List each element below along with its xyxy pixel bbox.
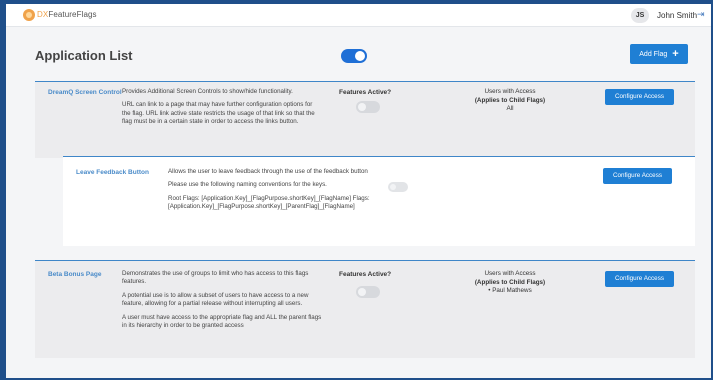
users-with-access: Users with Access (Applies to Child Flag… (455, 270, 565, 296)
flag-description: Provides Additional Screen Controls to s… (122, 88, 317, 127)
description-paragraph: A user must have access to the appropria… (122, 313, 322, 330)
avatar[interactable]: JS (631, 8, 649, 23)
flag-card-leave-feedback-button: Leave Feedback Button Allows the user to… (63, 156, 695, 246)
flag-name[interactable]: DreamQ Screen Control (48, 88, 126, 97)
description-paragraph: Please use the following naming conventi… (168, 181, 327, 189)
flag-description: Demonstrates the use of groups to limit … (122, 270, 322, 330)
application-toggle[interactable] (341, 49, 367, 63)
features-active-toggle[interactable] (356, 286, 380, 298)
description-paragraph: URL can link to a page that may have fur… (122, 101, 315, 126)
brand-name[interactable]: DXFeatureFlags (37, 10, 97, 19)
flag-description: Allows the user to leave feedback throug… (168, 168, 383, 212)
flag-card-beta-bonus-page: Beta Bonus Page Demonstrates the use of … (35, 260, 695, 358)
features-active-label: Features Active? (339, 271, 392, 278)
plus-icon: + (672, 47, 679, 60)
features-active-toggle[interactable] (388, 182, 408, 192)
add-flag-button[interactable]: Add Flag + (630, 44, 688, 64)
brand-suffix: FeatureFlags (48, 10, 97, 19)
configure-access-button[interactable]: Configure Access (605, 89, 674, 105)
user-name[interactable]: John Smith (657, 11, 697, 20)
access-user: • Paul Mathews (488, 287, 532, 295)
access-user: All (506, 105, 514, 113)
access-title: Users with Access (484, 270, 536, 277)
logout-icon[interactable]: ⇥ (697, 9, 705, 20)
access-subtitle: (Applies to Child Flags) (474, 278, 546, 286)
top-bar: DXFeatureFlags JS John Smith ⇥ (6, 4, 711, 27)
description-paragraph: Allows the user to leave feedback throug… (168, 168, 368, 175)
features-active-label: Features Active? (339, 89, 392, 96)
flag-name[interactable]: Beta Bonus Page (48, 270, 123, 279)
access-subtitle: (Applies to Child Flags) (474, 96, 546, 104)
description-paragraph: Root Flags: [Application.Key]_[FlagPurpo… (168, 194, 370, 211)
brand-prefix: DX (37, 10, 49, 19)
description-paragraph: Demonstrates the use of groups to limit … (122, 270, 309, 286)
page-title: Application List (35, 48, 133, 63)
features-active-toggle[interactable] (356, 101, 380, 113)
add-flag-label: Add Flag (639, 50, 668, 58)
users-with-access: Users with Access (Applies to Child Flag… (455, 88, 565, 114)
flag-card-dreamq-screen-control: DreamQ Screen Control Provides Additiona… (35, 81, 695, 158)
access-title: Users with Access (484, 88, 536, 95)
description-paragraph: A potential use is to allow a subset of … (122, 291, 309, 308)
description-paragraph: Provides Additional Screen Controls to s… (122, 88, 293, 95)
configure-access-button[interactable]: Configure Access (605, 271, 674, 287)
flag-name[interactable]: Leave Feedback Button (76, 168, 166, 177)
app-screen: DXFeatureFlags JS John Smith ⇥ Applicati… (6, 4, 711, 378)
configure-access-button[interactable]: Configure Access (603, 168, 672, 184)
logo-icon (23, 9, 35, 21)
